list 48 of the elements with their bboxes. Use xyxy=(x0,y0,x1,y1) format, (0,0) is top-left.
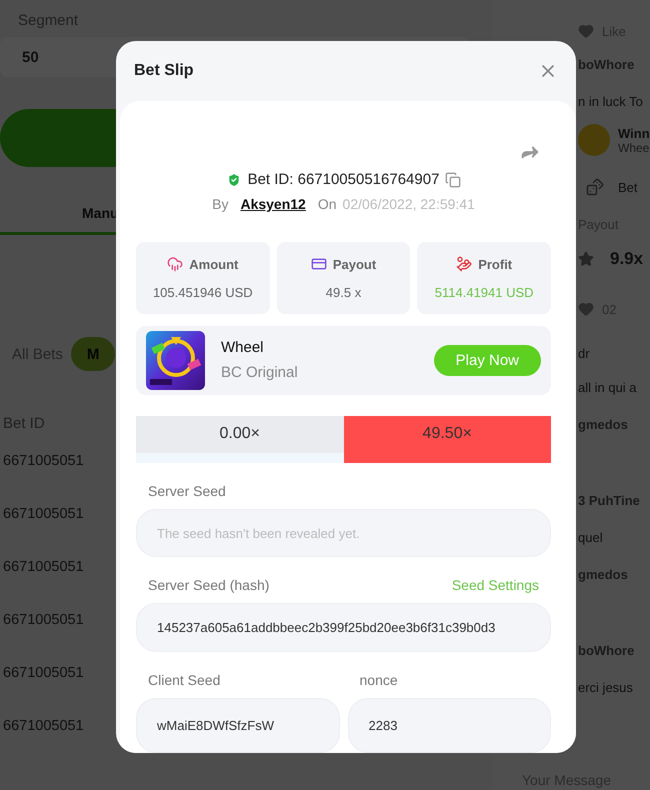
game-title: Wheel xyxy=(221,339,265,356)
username-link[interactable]: Aksyen12 xyxy=(240,196,306,212)
table-cell-text: 6671005051 xyxy=(2,559,85,575)
chat-message: quel xyxy=(578,530,603,544)
dice-icon xyxy=(586,178,604,196)
stat-value: 5114.41941 USD xyxy=(434,285,534,300)
chat-message: erci jesus xyxy=(578,680,633,694)
stat-label: Profit xyxy=(478,256,512,272)
server-seed-field[interactable]: The seed hasn't been revealed yet. xyxy=(136,508,551,558)
win-title: Winn xyxy=(618,126,650,140)
modal-title: Bet Slip xyxy=(134,62,194,80)
hand-coin-icon xyxy=(456,256,472,272)
game-provider: BC Original xyxy=(221,364,299,382)
stat-value: 105.451946 USD xyxy=(152,285,253,300)
field-label: Server Seed xyxy=(148,482,226,499)
stat-value: 49.5 x xyxy=(326,285,362,300)
payout-value: 9.9x xyxy=(610,249,644,269)
star-icon xyxy=(578,251,594,267)
seed-settings-link[interactable]: Seed Settings xyxy=(452,577,539,594)
table-cell-text: 6671005051 xyxy=(2,506,85,522)
table-cell-text: 6671005051 xyxy=(2,665,85,681)
field-label: Client Seed xyxy=(148,672,220,688)
bet-id: Bet ID: 66710050516764907 xyxy=(248,171,440,188)
field-label: nonce xyxy=(360,672,398,688)
result-segment: 49.50× xyxy=(344,416,551,463)
chat-message: n in luck To xyxy=(578,94,643,108)
card-icon xyxy=(310,256,327,272)
heart-icon xyxy=(578,23,594,39)
table-cell-text: 6671005051 xyxy=(2,453,85,469)
copy-icon[interactable] xyxy=(445,172,462,188)
stat-label: Payout xyxy=(332,256,376,272)
by-label: By xyxy=(212,196,228,212)
heart-icon xyxy=(578,301,594,317)
client-seed-field[interactable]: wMaiE8DWfSfzFsW xyxy=(136,698,340,753)
bet-date: 02/06/2022, 22:59:41 xyxy=(342,196,475,212)
chat-message: dr xyxy=(578,346,590,360)
seed-hash-field[interactable]: 145237a605a61addbbeec2b399f25bd20ee3b6f31c39b0d3 xyxy=(136,603,551,652)
field-label: Server Seed (hash) xyxy=(148,577,270,594)
stat-label: Amount xyxy=(189,256,238,272)
nonce-field[interactable]: 2283 xyxy=(348,698,551,753)
table-cell-text: 6671005051 xyxy=(2,718,85,734)
avatar xyxy=(578,124,610,156)
result-segment: 0.00× xyxy=(136,416,344,453)
table-cell-text: 6671005051 xyxy=(2,612,85,628)
play-now-button[interactable]: Play Now xyxy=(434,344,541,376)
chat-message: all in qui a xyxy=(578,380,637,394)
on-label: On xyxy=(318,196,337,212)
bet-label: Bet xyxy=(618,180,638,194)
